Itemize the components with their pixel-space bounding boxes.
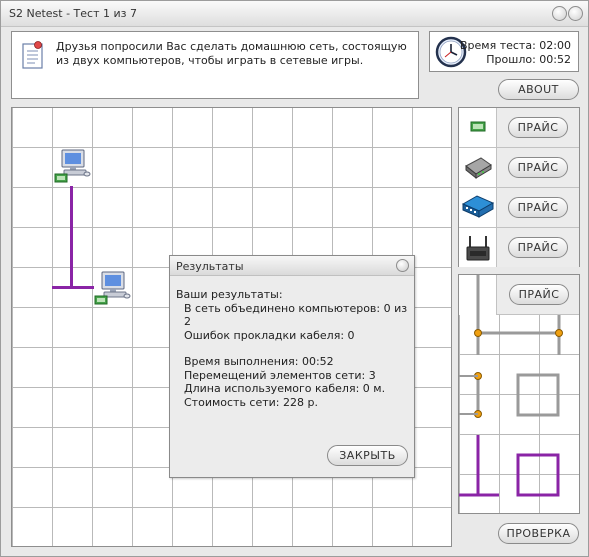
computer-icon[interactable] (94, 270, 134, 308)
test-time-value: 02:00 (539, 39, 571, 52)
close-window-button[interactable] (568, 6, 583, 21)
window-title: S2 Netest - Тест 1 из 7 (9, 7, 137, 20)
price-button[interactable]: ПРАЙС (508, 197, 568, 218)
palette-row-modem: ПРАЙС (459, 148, 579, 188)
network-card-icon[interactable] (459, 108, 497, 147)
device-palette: ПРАЙС ПРАЙС ПРАЙС ПРАЙС (458, 107, 580, 267)
minimize-button[interactable] (552, 6, 567, 21)
result-line: Стоимость сети: 228 р. (184, 395, 318, 409)
palette-row-network-card: ПРАЙС (459, 108, 579, 148)
results-body: Ваши результаты: В сеть объединено компь… (176, 288, 410, 409)
palette-row-wifi-router: ПРАЙС (459, 228, 579, 268)
dialog-title-bar: Результаты (170, 256, 414, 276)
task-panel: Друзья попросили Вас сделать домашнюю се… (11, 31, 419, 99)
test-time-row: Время теста: 02:00 (460, 39, 571, 52)
cable-segment[interactable] (70, 186, 73, 288)
timer-panel: Время теста: 02:00 Прошло: 00:52 (429, 31, 579, 72)
results-heading: Ваши результаты: (176, 288, 283, 301)
price-button[interactable]: ПРАЙС (508, 157, 568, 178)
close-results-button[interactable]: ЗАКРЫТЬ (327, 445, 408, 466)
task-note-icon (22, 41, 43, 69)
app-window: S2 Netest - Тест 1 из 7 Друзья попросили… (0, 0, 589, 557)
result-line: Ошибок прокладки кабеля: 0 (184, 328, 355, 342)
result-line: Длина используемого кабеля: 0 м. (184, 382, 386, 395)
dialog-title: Результаты (176, 260, 244, 273)
elapsed-label: Прошло: (486, 53, 536, 66)
palette-row-switch: ПРАЙС (459, 188, 579, 228)
modem-icon[interactable] (459, 148, 497, 187)
cable-palette: ПРАЙС (458, 274, 580, 514)
wifi-router-icon[interactable] (459, 228, 497, 267)
task-description: Друзья попросили Вас сделать домашнюю се… (56, 40, 407, 67)
result-line: Перемещений элементов сети: 3 (184, 368, 376, 382)
result-line: В сеть объединено компьютеров: 0 из 2 (184, 301, 408, 329)
title-bar: S2 Netest - Тест 1 из 7 (1, 1, 588, 27)
switch-icon[interactable] (459, 188, 497, 227)
cable-segment[interactable] (52, 286, 94, 289)
test-time-label: Время теста: (460, 39, 536, 52)
computer-icon[interactable] (54, 148, 94, 186)
cable-types-graphic[interactable] (459, 275, 580, 514)
palette-icon-cell[interactable] (459, 108, 497, 147)
dialog-close-icon[interactable] (396, 259, 409, 272)
check-button[interactable]: ПРОВЕРКА (498, 523, 579, 544)
price-button[interactable]: ПРАЙС (508, 117, 568, 138)
result-line: Время выполнения: 00:52 (184, 355, 334, 368)
about-button[interactable]: ABOUT (498, 79, 579, 100)
elapsed-time-row: Прошло: 00:52 (486, 53, 571, 66)
elapsed-value: 00:52 (539, 53, 571, 66)
results-dialog: Результаты Ваши результаты: В сеть объед… (169, 255, 415, 478)
price-button[interactable]: ПРАЙС (508, 237, 568, 258)
